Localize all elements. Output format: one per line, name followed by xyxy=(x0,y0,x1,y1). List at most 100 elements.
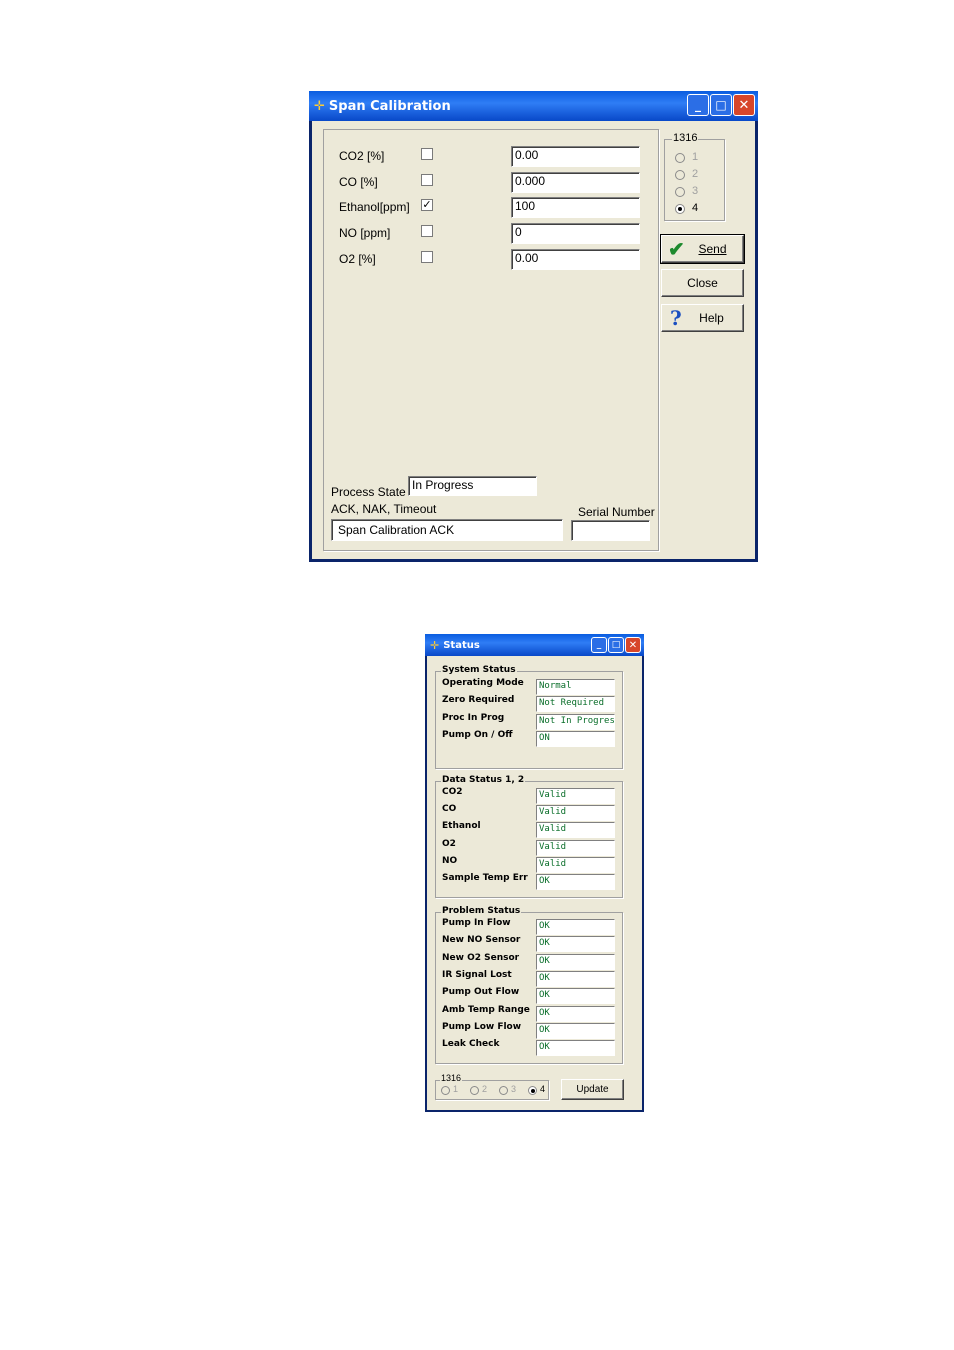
maximize-icon[interactable]: □ xyxy=(710,94,732,116)
process-state-field: In Progress xyxy=(408,476,537,496)
status-row-label: Zero Required xyxy=(442,695,515,706)
span-window-title: Span Calibration xyxy=(328,98,451,114)
status-row-value: Not In Progress xyxy=(536,713,615,730)
status-unit-radio[interactable] xyxy=(499,1086,508,1095)
status-group-title: System Status xyxy=(441,665,517,675)
status-row-value: Valid xyxy=(536,856,615,873)
span-row-value-field[interactable]: 0.000 xyxy=(511,171,640,193)
span-calibration-window: ✛ Span Calibration _ □ ✕ CO2 [%] 0.00 CO [… xyxy=(309,91,758,562)
span-row-checkbox[interactable] xyxy=(421,173,433,186)
send-button[interactable]: ✔ Send xyxy=(660,234,745,264)
status-row-value: Valid xyxy=(536,839,615,856)
span-row-checkbox[interactable]: ✓ xyxy=(421,199,433,212)
status-unit-radio[interactable] xyxy=(441,1086,450,1095)
status-row-value: OK xyxy=(536,1040,615,1057)
status-row-label: Leak Check xyxy=(442,1039,500,1050)
span-row-checkbox[interactable] xyxy=(421,225,433,238)
status-row-label: CO2 xyxy=(442,787,463,797)
span-unit-group-title: 1316 xyxy=(672,132,699,144)
status-unit-radio-label: 2 xyxy=(482,1084,488,1094)
status-title-bar[interactable]: ✛ Status _ □ ✕ xyxy=(425,634,644,656)
status-row-label: New NO Sensor xyxy=(442,935,521,946)
span-row-label: CO [%] xyxy=(339,174,378,189)
status-unit-radio-label: 4 xyxy=(540,1084,546,1094)
update-button[interactable]: Update xyxy=(561,1079,624,1100)
status-unit-group-title: 1316 xyxy=(440,1073,463,1083)
status-row-value: Valid xyxy=(536,788,615,804)
serial-number-label: Serial Number xyxy=(578,505,655,519)
status-row-value: ON xyxy=(536,730,615,747)
span-row-label: Ethanol[ppm] xyxy=(339,200,410,215)
close-label: Close xyxy=(687,276,718,290)
ack-label: ACK, NAK, Timeout xyxy=(331,502,437,516)
status-row-value: OK xyxy=(536,953,615,970)
span-unit-radio[interactable] xyxy=(675,153,685,163)
status-row-value: OK xyxy=(536,936,615,953)
close-button[interactable]: Close xyxy=(661,269,744,297)
help-label: Help xyxy=(699,311,724,325)
status-row-value: OK xyxy=(536,1005,615,1022)
status-row-label: Ethanol xyxy=(442,821,481,832)
status-unit-radio-label: 3 xyxy=(511,1084,517,1094)
status-row-label: O2 xyxy=(442,838,456,849)
span-row-checkbox[interactable] xyxy=(421,250,433,263)
status-group-title: Data Status 1, 2 xyxy=(441,775,526,785)
span-row-label: NO [ppm] xyxy=(339,226,391,241)
app-icon: ✛ xyxy=(314,98,325,114)
span-unit-radio-label: 4 xyxy=(692,202,699,214)
status-row-label: IR Signal Lost xyxy=(442,969,512,980)
span-row-value-field[interactable]: 100 xyxy=(511,197,640,219)
status-row-value: OK xyxy=(536,919,615,935)
status-row-value: Not Required xyxy=(536,696,615,713)
span-title-bar[interactable]: ✛ Span Calibration _ □ ✕ xyxy=(309,91,758,121)
span-unit-radio-label: 3 xyxy=(692,185,699,197)
status-row-label: Pump Low Flow xyxy=(442,1021,522,1032)
span-row-value-field[interactable]: 0 xyxy=(511,223,640,245)
status-row-label: Pump On / Off xyxy=(442,729,513,740)
maximize-icon[interactable]: □ xyxy=(608,637,624,653)
update-label: Update xyxy=(576,1084,609,1095)
status-window-title: Status xyxy=(443,639,480,651)
span-row-value-field[interactable]: 0.00 xyxy=(511,248,640,270)
process-state-label: Process State xyxy=(331,485,406,499)
close-icon[interactable]: ✕ xyxy=(733,94,755,116)
status-row-label: NO xyxy=(442,855,458,866)
status-unit-radio[interactable] xyxy=(470,1086,479,1095)
span-row-label: CO2 [%] xyxy=(339,149,385,163)
status-row-label: CO xyxy=(442,804,457,815)
span-row-value-field[interactable]: 0.00 xyxy=(511,146,640,167)
help-icon: ? xyxy=(670,306,682,330)
span-row-label: O2 [%] xyxy=(339,251,376,266)
minimize-icon[interactable]: _ xyxy=(591,637,607,653)
check-icon: ✔ xyxy=(668,239,685,261)
span-unit-radio[interactable] xyxy=(675,204,685,214)
status-row-value: OK xyxy=(536,970,615,987)
status-row-value: OK xyxy=(536,988,615,1005)
status-client-area: System Status Operating Mode Normal Zero Re… xyxy=(427,656,642,1110)
status-row-value: OK xyxy=(536,874,615,890)
help-button[interactable]: ? Help xyxy=(661,304,744,332)
ack-field: Span Calibration ACK xyxy=(331,519,563,541)
status-group-title: Problem Status xyxy=(441,906,522,916)
status-row-value: OK xyxy=(536,1022,615,1039)
status-row-value: Valid xyxy=(536,822,615,839)
app-icon: ✛ xyxy=(430,638,440,652)
status-row-value: Normal xyxy=(536,679,615,695)
serial-number-field[interactable] xyxy=(571,520,650,541)
status-row-label: Sample Temp Err xyxy=(442,873,528,883)
status-unit-radio[interactable] xyxy=(528,1086,537,1095)
span-unit-radio[interactable] xyxy=(675,187,685,197)
status-row-label: Pump In Flow xyxy=(442,918,511,928)
status-row-label: New O2 Sensor xyxy=(442,952,520,963)
span-client-area: CO2 [%] 0.00 CO [%] 0.000 Ethanol[ppm] ✓ 100 NO… xyxy=(312,121,755,559)
minimize-icon[interactable]: _ xyxy=(687,94,709,116)
span-row-checkbox[interactable] xyxy=(421,148,433,160)
send-label: Send xyxy=(698,242,727,256)
span-unit-radio[interactable] xyxy=(675,170,685,180)
status-row-label: Amb Temp Range xyxy=(442,1004,530,1015)
close-icon[interactable]: ✕ xyxy=(625,637,641,653)
span-unit-radio-label: 1 xyxy=(692,151,699,163)
status-unit-radio-label: 1 xyxy=(453,1084,459,1094)
status-row-label: Proc In Prog xyxy=(442,712,505,723)
status-row-value: Valid xyxy=(536,805,615,822)
